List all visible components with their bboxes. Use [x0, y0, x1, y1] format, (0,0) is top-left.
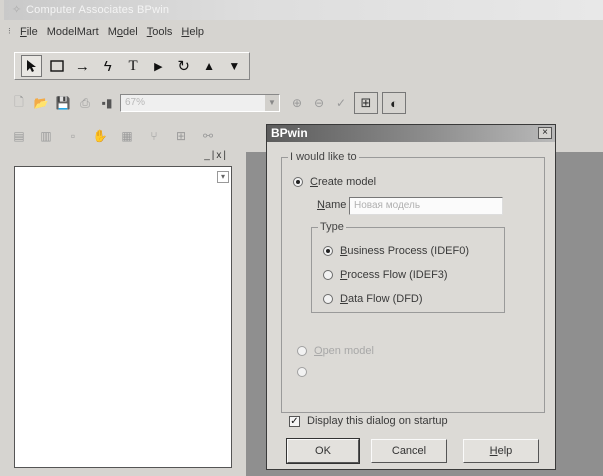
- name-label: Name: [317, 199, 347, 211]
- open-recent-radio[interactable]: [297, 367, 314, 377]
- squiggle-icon[interactable]: ϟ: [97, 55, 118, 77]
- zoom-out-icon[interactable]: ⊖: [310, 94, 328, 112]
- tree-icon[interactable]: ⑂: [145, 127, 163, 145]
- lock-icon[interactable]: ▫: [64, 127, 82, 145]
- chevron-down-icon[interactable]: ▾: [217, 171, 229, 183]
- tool-palette: → ϟ T ▶ ↻ ▲ ▼: [14, 52, 250, 80]
- box-icon[interactable]: [46, 55, 67, 77]
- model-name-input[interactable]: Новая модель: [349, 197, 503, 215]
- type-dfd-radio[interactable]: Data Flow (DFD): [323, 293, 423, 305]
- bpwin-dialog: BPwin × I would like to Create model Nam…: [266, 124, 556, 470]
- text-icon[interactable]: T: [122, 55, 143, 77]
- window-title: Computer Associates BPwin: [26, 4, 170, 16]
- radio-empty-icon: [323, 294, 333, 304]
- database-icon[interactable]: ▦: [118, 127, 136, 145]
- report-icon[interactable]: ▤: [10, 127, 28, 145]
- type-idef0-radio[interactable]: Business Process (IDEF0): [323, 245, 469, 257]
- create-model-radio[interactable]: Create model: [293, 176, 376, 188]
- link-icon[interactable]: ⚯: [199, 127, 217, 145]
- sheet-icon[interactable]: ▥: [37, 127, 55, 145]
- triangle-right-icon[interactable]: ▶: [148, 55, 169, 77]
- radio-empty-icon: [297, 346, 307, 356]
- arrow-icon[interactable]: →: [72, 55, 93, 77]
- menu-model[interactable]: Model: [108, 26, 138, 38]
- hand-icon[interactable]: ✋: [91, 127, 109, 145]
- spellcheck-icon[interactable]: ✓: [332, 94, 350, 112]
- standard-toolbar: 🗋 📂 💾 ⎙ ▪▮ 67% ▼ ⊕ ⊖ ✓ ⊞ ◐: [10, 90, 470, 116]
- radio-selected-icon: [293, 177, 303, 187]
- menu-tools[interactable]: Tools: [147, 26, 173, 38]
- radio-selected-icon: [323, 246, 333, 256]
- help-button[interactable]: Help: [463, 439, 539, 463]
- sizing-icon[interactable]: ▪▮: [98, 94, 116, 112]
- cancel-button[interactable]: Cancel: [371, 439, 447, 463]
- pointer-icon[interactable]: [21, 55, 43, 77]
- print-icon[interactable]: ⎙: [76, 94, 94, 112]
- startup-checkbox[interactable]: ✓ Display this dialog on startup: [289, 415, 448, 427]
- type-idef3-radio[interactable]: Process Flow (IDEF3): [323, 269, 448, 281]
- undo-arrow-icon[interactable]: ↻: [173, 55, 194, 77]
- model-explorer-panel[interactable]: ▾: [14, 166, 232, 468]
- open-folder-icon[interactable]: 📂: [32, 94, 50, 112]
- intro-label: I would like to: [290, 151, 357, 163]
- triangle-down-icon[interactable]: ▼: [224, 55, 245, 77]
- ok-button[interactable]: OK: [286, 438, 360, 464]
- menu-bar: ⁝ File ModelMart Model Tools Help: [8, 22, 213, 42]
- zoom-value: 67%: [125, 97, 146, 108]
- zoom-in-icon[interactable]: ⊕: [288, 94, 306, 112]
- panel-close-icon[interactable]: _|x|: [204, 150, 228, 161]
- checkmark-icon: ✓: [289, 415, 300, 427]
- dialog-title: BPwin: [267, 125, 555, 142]
- close-icon[interactable]: ×: [538, 127, 552, 139]
- menu-modelmart[interactable]: ModelMart: [47, 26, 99, 38]
- menu-file[interactable]: File: [20, 26, 38, 38]
- menu-grip-icon: ⁝: [8, 26, 11, 36]
- app-icon: ✧: [12, 4, 22, 16]
- color-icon[interactable]: ◐: [382, 92, 406, 114]
- type-label: Type: [320, 221, 344, 233]
- model-explorer-caption: _|x|: [14, 150, 230, 164]
- chevron-down-icon[interactable]: ▼: [265, 95, 279, 111]
- grid-icon[interactable]: ⊞: [172, 127, 190, 145]
- triangle-up-icon[interactable]: ▲: [198, 55, 219, 77]
- menu-help[interactable]: Help: [181, 26, 204, 38]
- radio-empty-icon: [297, 367, 307, 377]
- new-file-icon[interactable]: 🗋: [10, 94, 28, 112]
- save-icon[interactable]: 💾: [54, 94, 72, 112]
- open-model-radio[interactable]: Open model: [297, 345, 374, 357]
- diagram-toolbar: ▤ ▥ ▫ ✋ ▦ ⑂ ⊞ ⚯: [10, 124, 226, 148]
- title-bar: ✧ Computer Associates BPwin: [4, 0, 603, 20]
- radio-empty-icon: [323, 270, 333, 280]
- zoom-combo[interactable]: 67% ▼: [120, 94, 280, 112]
- model-explorer-icon[interactable]: ⊞: [354, 92, 378, 114]
